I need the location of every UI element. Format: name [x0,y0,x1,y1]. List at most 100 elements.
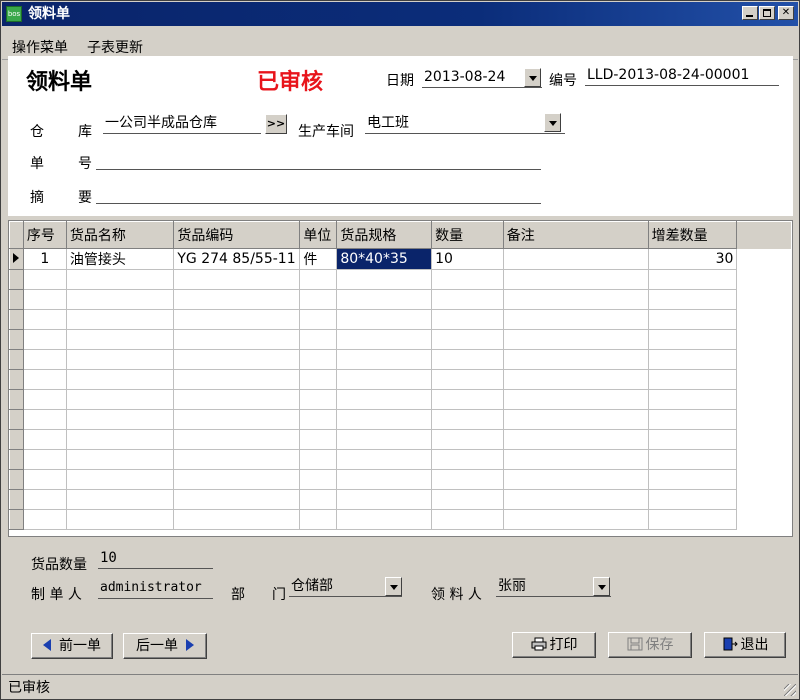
table-row[interactable]: 1 油管接头 YG 274 85/55-11 件 80*40*35 10 30 [9,248,792,270]
title-bar[interactable]: bos 领料单 ✕ [2,2,798,26]
grid-cell[interactable] [336,449,433,470]
cell-seq[interactable]: 1 [22,248,67,270]
grid-cell[interactable] [647,329,738,350]
grid-cell[interactable] [22,409,67,430]
grid-cell[interactable] [65,429,175,450]
column-header[interactable]: 货品编码 [173,221,301,249]
grid-cell[interactable] [173,329,301,350]
receiver-dropdown-button[interactable] [593,577,610,596]
cell-product-spec[interactable]: 80*40*35 [336,248,433,270]
grid-cell[interactable] [173,349,301,370]
grid-cell[interactable] [173,289,301,310]
column-header[interactable]: 数量 [431,221,504,249]
table-row[interactable] [9,349,792,370]
table-row[interactable] [9,389,792,410]
table-row[interactable] [9,369,792,390]
grid-cell[interactable] [336,289,433,310]
menu-operations[interactable]: 操作菜单 [12,37,68,57]
grid-cell[interactable] [173,369,301,390]
items-grid[interactable]: 序号 货品名称 货品编码 单位 货品规格 数量 备注 增差数量 1 油管接头 Y… [8,220,793,537]
column-header[interactable]: 货品规格 [336,221,433,249]
grid-cell[interactable] [173,429,301,450]
grid-cell[interactable] [299,389,338,410]
grid-cell[interactable] [336,349,433,370]
grid-cell[interactable] [502,449,649,470]
grid-cell[interactable] [65,369,175,390]
grid-cell[interactable] [65,329,175,350]
grid-cell[interactable] [647,449,738,470]
cell-product-code[interactable]: YG 274 85/55-11 [173,248,301,270]
column-header[interactable]: 单位 [299,221,338,249]
grid-cell[interactable] [502,469,649,490]
menu-subtable-update[interactable]: 子表更新 [87,37,143,57]
cell-remark[interactable] [502,248,649,270]
exit-button[interactable]: 退出 [704,632,786,658]
grid-cell[interactable] [22,489,67,510]
workshop-dropdown-button[interactable] [544,113,561,132]
grid-cell[interactable] [431,349,504,370]
grid-cell[interactable] [299,369,338,390]
grid-cell[interactable] [502,409,649,430]
grid-cell[interactable] [431,309,504,330]
grid-cell[interactable] [647,409,738,430]
grid-cell[interactable] [647,509,738,530]
grid-cell[interactable] [502,389,649,410]
cell-diff-quantity[interactable]: 30 [647,248,738,270]
grid-cell[interactable] [65,409,175,430]
grid-cell[interactable] [336,409,433,430]
column-header[interactable]: 增差数量 [647,221,738,249]
grid-cell[interactable] [299,409,338,430]
grid-cell[interactable] [22,329,67,350]
table-row[interactable] [9,269,792,290]
warehouse-field[interactable]: 一公司半成品仓库 [103,112,261,134]
grid-cell[interactable] [336,469,433,490]
grid-cell[interactable] [336,509,433,530]
grid-cell[interactable] [431,509,504,530]
grid-cell[interactable] [173,489,301,510]
grid-cell[interactable] [65,269,175,290]
grid-cell[interactable] [502,309,649,330]
grid-cell[interactable] [173,389,301,410]
department-dropdown-button[interactable] [385,577,402,596]
grid-cell[interactable] [299,289,338,310]
table-row[interactable] [9,449,792,470]
column-header[interactable]: 货品名称 [65,221,175,249]
column-header[interactable]: 序号 [22,221,67,249]
grid-cell[interactable] [502,369,649,390]
grid-cell[interactable] [336,389,433,410]
grid-cell[interactable] [173,509,301,530]
grid-cell[interactable] [647,269,738,290]
table-row[interactable] [9,469,792,490]
grid-cell[interactable] [22,429,67,450]
table-row[interactable] [9,329,792,350]
workshop-field[interactable]: 电工班 [365,112,565,134]
grid-cell[interactable] [65,489,175,510]
grid-cell[interactable] [22,289,67,310]
grid-cell[interactable] [65,469,175,490]
grid-cell[interactable] [502,509,649,530]
grid-cell[interactable] [431,369,504,390]
cell-quantity[interactable]: 10 [431,248,504,270]
grid-cell[interactable] [173,469,301,490]
grid-cell[interactable] [22,349,67,370]
grid-cell[interactable] [336,309,433,330]
number-field[interactable]: LLD-2013-08-24-00001 [585,64,779,86]
grid-cell[interactable] [173,269,301,290]
grid-cell[interactable] [299,309,338,330]
grid-cell[interactable] [299,349,338,370]
grid-cell[interactable] [22,389,67,410]
resize-grip-icon[interactable] [784,684,796,696]
grid-cell[interactable] [22,269,67,290]
grid-cell[interactable] [22,309,67,330]
grid-cell[interactable] [647,349,738,370]
grid-cell[interactable] [647,469,738,490]
summary-field[interactable] [96,182,541,204]
grid-cell[interactable] [431,429,504,450]
grid-cell[interactable] [65,389,175,410]
order-number-field[interactable] [96,148,541,170]
grid-cell[interactable] [299,429,338,450]
grid-cell[interactable] [22,449,67,470]
grid-cell[interactable] [647,369,738,390]
table-row[interactable] [9,429,792,450]
grid-cell[interactable] [336,489,433,510]
